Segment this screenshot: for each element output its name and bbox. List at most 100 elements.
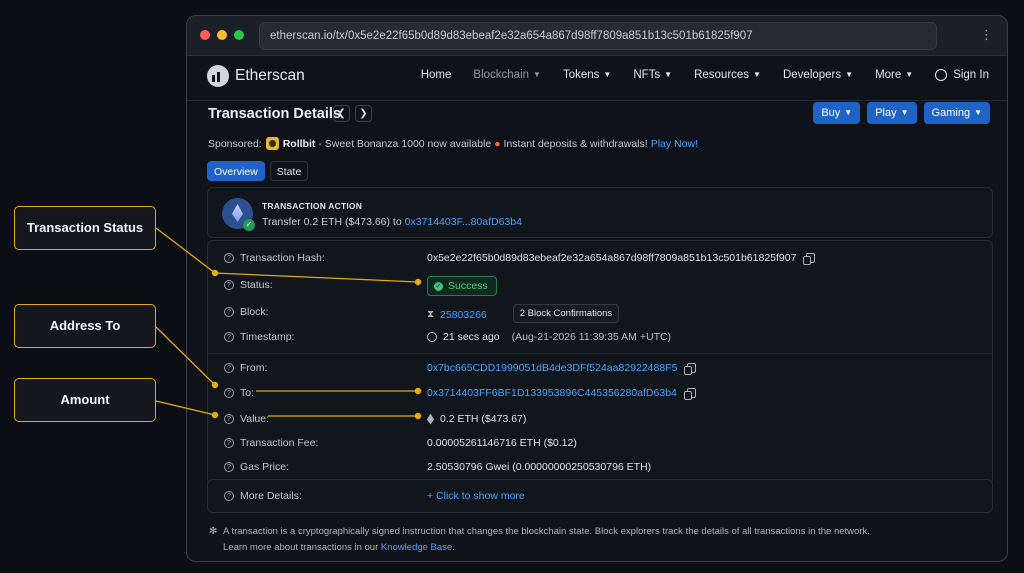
hourglass-icon: ⧗ [427, 309, 435, 320]
chevron-down-icon: ▼ [845, 70, 854, 79]
tab-overview[interactable]: Overview [207, 161, 265, 181]
help-icon[interactable]: ? [224, 363, 234, 373]
help-icon[interactable]: ? [224, 491, 234, 501]
footer-text: Learn more about transactions in our [223, 542, 379, 553]
nav-more-label: More [875, 69, 902, 81]
gaming-button[interactable]: Gaming ▼ [923, 102, 990, 124]
status-badge: ✓ Success [427, 276, 497, 296]
block-label: Block: [240, 306, 269, 318]
help-icon[interactable]: ? [224, 280, 234, 290]
minimize-window-button[interactable] [217, 30, 227, 40]
status-row: ? Status: ✓ Success [224, 276, 984, 296]
status-label: Status: [240, 279, 273, 291]
chevron-down-icon: ▼ [533, 70, 541, 79]
page-title: Transaction Details [208, 106, 341, 122]
etherscan-logo[interactable]: Etherscan [207, 65, 305, 87]
help-icon[interactable]: ? [224, 462, 234, 472]
nav-more[interactable]: More ▼ [875, 69, 913, 81]
nav-resources-label: Resources [694, 69, 750, 81]
close-window-button[interactable] [200, 30, 210, 40]
play-button[interactable]: Play ▼ [867, 102, 917, 124]
value-label: Value: [240, 413, 269, 425]
user-icon [935, 69, 948, 81]
block-link[interactable]: 25803266 [440, 309, 487, 321]
top-nav: Etherscan Home Blockchain ▼ Tokens ▼ NFTs ▼… [187, 57, 1007, 99]
sponsor-brand[interactable]: Rollbit [283, 138, 316, 150]
prev-transaction-button[interactable]: ❮ [333, 105, 350, 122]
fee-label: Transaction Fee: [240, 437, 319, 449]
chevron-down-icon: ▼ [905, 70, 914, 79]
tab-state[interactable]: State [269, 161, 309, 181]
footer-note: ✻ A transaction is a cryptographically s… [209, 524, 870, 556]
buy-label: Buy [821, 107, 841, 119]
help-icon[interactable]: ? [224, 388, 234, 398]
copy-icon[interactable] [684, 363, 697, 375]
action-to-link[interactable]: 0x3714403F...80afD63b4 [405, 216, 522, 228]
gas-row: ? Gas Price: 2.50530796 Gwei (0.000000002… [224, 459, 984, 477]
transaction-action-card: ✓ TRANSACTION ACTION Transfer 0.2 ETH ($… [207, 187, 993, 238]
sponsored-label: Sponsored: [208, 137, 262, 150]
more-details-label: More Details: [240, 490, 302, 502]
gaming-label: Gaming [931, 107, 971, 119]
help-icon[interactable]: ? [224, 414, 234, 424]
footer-line-2: Learn more about transactions in our Kno… [223, 540, 870, 556]
nav-blockchain[interactable]: Blockchain ▼ [473, 69, 541, 81]
help-icon[interactable]: ? [224, 438, 234, 448]
to-address-link[interactable]: 0x3714403FF6BF1D133953896C445356280afD63… [427, 387, 677, 399]
check-icon: ✓ [243, 219, 255, 231]
nav-nfts[interactable]: NFTs ▼ [633, 69, 672, 81]
next-transaction-button[interactable]: ❯ [355, 105, 372, 122]
nav-tokens[interactable]: Tokens ▼ [563, 69, 611, 81]
timestamp-row: ? Timestamp: 21 secs ago (Aug-21-2026 11:3… [224, 329, 984, 347]
address-bar[interactable]: etherscan.io/tx/0x5e2e22f65b0d89d83ebeaf… [259, 22, 937, 50]
confirmations-badge: 2 Block Confirmations [512, 304, 620, 323]
footer-end: . [452, 542, 455, 553]
help-icon[interactable]: ? [224, 307, 234, 317]
sign-in-link[interactable]: Sign In [935, 69, 989, 81]
nav-blockchain-label: Blockchain [473, 69, 530, 81]
nav-developers[interactable]: Developers ▼ [783, 69, 853, 81]
hash-row: ? Transaction Hash: 0x5e2e22f65b0d89d83eb… [224, 250, 984, 268]
block-row: ? Block: ⧗ 25803266 2 Block Confirmations [224, 304, 984, 323]
annotation-amount: Amount [14, 378, 156, 422]
chevron-down-icon: ▼ [603, 70, 612, 79]
sponsor-text: - Sweet Bonanza 1000 now available [318, 137, 492, 150]
buy-button[interactable]: Buy ▼ [813, 102, 861, 124]
more-options-icon[interactable]: ⋮ [980, 27, 993, 43]
nav-resources[interactable]: Resources ▼ [694, 69, 761, 81]
help-icon[interactable]: ? [224, 253, 234, 263]
action-description: Transfer 0.2 ETH ($473.66) to [262, 216, 402, 228]
chevron-down-icon: ▼ [844, 108, 853, 117]
status-text: Success [448, 280, 488, 292]
browser-chrome: etherscan.io/tx/0x5e2e22f65b0d89d83ebeaf… [187, 16, 1007, 56]
check-circle-icon: ✓ [434, 281, 443, 291]
copy-icon[interactable] [803, 253, 816, 265]
from-label: From: [240, 362, 268, 374]
footer-line-1: A transaction is a cryptographically sig… [223, 526, 870, 537]
nav-tokens-label: Tokens [562, 69, 600, 81]
maximize-window-button[interactable] [234, 30, 244, 40]
transaction-hash: 0x5e2e22f65b0d89d83ebeaf2e32a654a867d98f… [427, 252, 797, 264]
chevron-down-icon: ▼ [974, 108, 982, 117]
nav-home[interactable]: Home [421, 69, 452, 81]
annotation-address-to: Address To [14, 304, 156, 348]
transaction-details-card: ? Transaction Hash: 0x5e2e22f65b0d89d83eb… [207, 240, 993, 486]
chevron-down-icon: ▼ [753, 70, 761, 79]
copy-icon[interactable] [683, 388, 696, 400]
chevron-left-icon: ❮ [337, 108, 346, 119]
help-icon[interactable]: ? [224, 332, 234, 342]
nav-nfts-label: NFTs [633, 69, 661, 81]
from-row: ? From: 0x7bc665CDD1999051dB4de3DFf524aa8… [224, 360, 984, 378]
knowledge-base-link[interactable]: Knowledge Base [381, 542, 452, 553]
show-more-link[interactable]: + Click to show more [427, 490, 525, 502]
play-label: Play [875, 107, 897, 119]
timestamp-full: (Aug-21-2026 11:39:35 AM +UTC) [511, 331, 672, 343]
value-row: ? Value: 0.2 ETH ($473.67) [224, 411, 984, 429]
fire-icon: ● [494, 137, 501, 150]
rollbit-icon [265, 137, 279, 150]
from-address-link[interactable]: 0x7bc665CDD1999051dB4de3DFf524aa82922488… [427, 362, 677, 374]
play-now-link[interactable]: Play Now! [651, 138, 698, 150]
browser-window: etherscan.io/tx/0x5e2e22f65b0d89d83ebeaf… [186, 15, 1008, 562]
ethereum-icon: ✓ [222, 198, 255, 231]
sign-in-label: Sign In [953, 69, 989, 81]
